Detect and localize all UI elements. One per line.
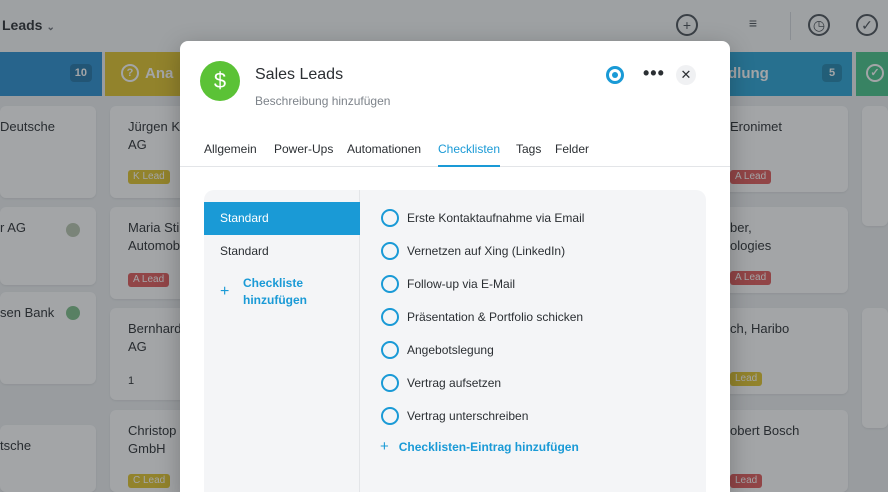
dollar-icon[interactable]: $ [200,61,240,101]
tab-automationen[interactable]: Automationen [347,142,421,165]
settings-modal: $ Sales Leads Beschreibung hinzufügen ••… [180,41,730,492]
checklist-entry-label: Vernetzen auf Xing (LinkedIn) [407,244,566,258]
add-checklist-entry-button[interactable]: + Checklisten-Eintrag hinzufügen [380,438,579,455]
tab-checklisten[interactable]: Checklisten [438,142,501,167]
checkbox-circle[interactable] [381,308,399,326]
visibility-eye-icon[interactable] [606,66,624,84]
checkbox-circle[interactable] [381,275,399,293]
modal-tabs: Allgemein Power-Ups Automationen Checkli… [180,133,730,167]
checkbox-circle[interactable] [381,407,399,425]
tab-power-ups[interactable]: Power-Ups [274,142,333,165]
checkbox-circle[interactable] [381,209,399,227]
checkbox-circle[interactable] [381,374,399,392]
tab-allgemein[interactable]: Allgemein [204,142,257,165]
checklist-item-standard[interactable]: Standard [204,202,360,235]
add-checklist-label: Checkliste hinzufügen [243,276,307,307]
more-options-icon[interactable]: ••• [643,64,665,82]
checkbox-circle[interactable] [381,341,399,359]
checklist-entry-label: Präsentation & Portfolio schicken [407,310,584,324]
checklist-item-standard[interactable]: Standard [204,235,360,268]
checklist-entry-label: Erste Kontaktaufnahme via Email [407,211,585,225]
checklist-entry-label: Follow-up via E-Mail [407,277,516,291]
checklist-entry-label: Angebotslegung [407,343,494,357]
tab-tags[interactable]: Tags [516,142,541,165]
add-checklist-button[interactable]: + Checkliste hinzufügen [220,275,350,309]
add-entry-label: Checklisten-Eintrag hinzufügen [398,440,579,454]
description-placeholder[interactable]: Beschreibung hinzufügen [255,94,390,108]
modal-title[interactable]: Sales Leads [255,66,343,84]
checklist-sidebar: Standard Standard + Checkliste hinzufüge… [204,190,360,492]
checklist-entry-label: Vertrag aufsetzen [407,376,502,390]
close-icon[interactable]: ✕ [676,65,696,85]
plus-icon: + [220,283,230,300]
checklist-entry-label: Vertrag unterschreiben [407,409,529,423]
tab-felder[interactable]: Felder [555,142,589,165]
plus-icon: + [380,438,389,455]
checklist-panel: Standard Standard + Checkliste hinzufüge… [204,190,706,492]
checkbox-circle[interactable] [381,242,399,260]
